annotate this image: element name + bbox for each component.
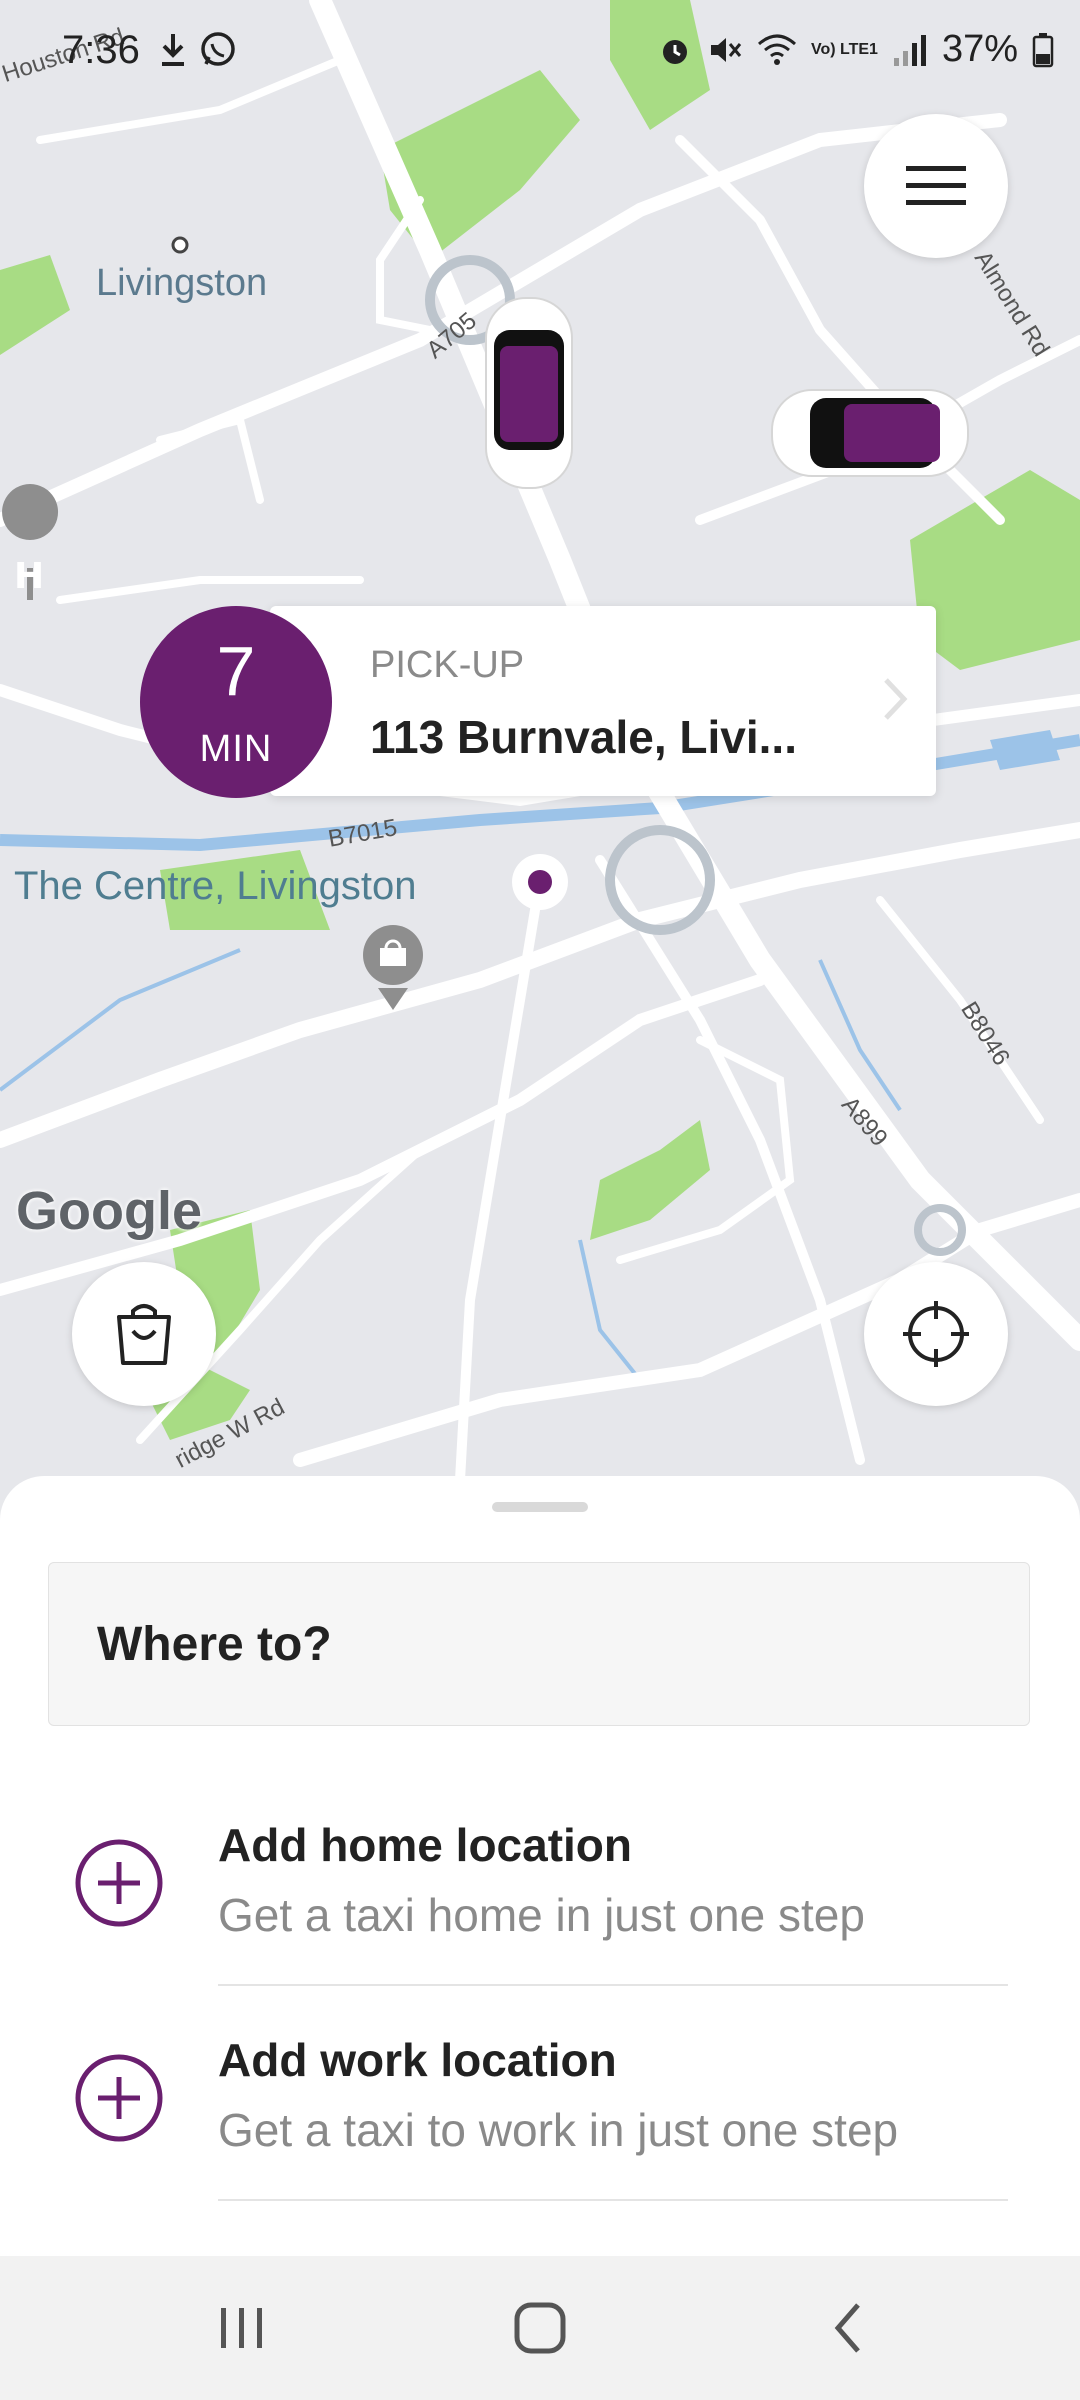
add-work-title: Add work location	[218, 2034, 617, 2086]
download-icon	[162, 34, 184, 66]
map-label-the-centre: The Centre, Livingston	[14, 864, 417, 908]
wifi-icon	[757, 34, 796, 65]
pickup-address: 113 Burnvale, Livi...	[370, 711, 797, 763]
divider	[218, 2199, 1008, 2201]
add-work-location-item[interactable]: Add work location Get a taxi to work in …	[0, 2009, 1080, 2223]
signal-icon	[893, 34, 926, 66]
where-to-placeholder: Where to?	[97, 1618, 332, 1671]
plus-circle-icon	[75, 2054, 163, 2142]
add-home-location-item[interactable]: Add home location Get a taxi home in jus…	[0, 1794, 1080, 2008]
home-button[interactable]	[460, 2256, 620, 2400]
pond	[990, 730, 1060, 770]
status-time: 7:36	[62, 28, 140, 72]
place-dot	[171, 236, 189, 254]
pickup-label: PICK-UP	[370, 644, 525, 686]
stream	[578, 1239, 642, 1382]
hamburger-menu-icon	[906, 166, 966, 205]
alarm-icon	[662, 39, 687, 64]
status-bar: 7:36 Vo) LTE1 37%	[0, 0, 1080, 100]
taxi-car-icon	[771, 389, 969, 477]
user-location-dot	[528, 870, 552, 894]
where-to-search-field[interactable]: Where to?	[48, 1562, 1030, 1726]
add-home-subtitle: Get a taxi home in just one step	[218, 1889, 865, 1941]
whatsapp-icon	[201, 32, 235, 66]
battery-icon	[1032, 32, 1054, 67]
park-area	[590, 1120, 710, 1240]
bottom-sheet: Where to? Add home location Get a taxi h…	[0, 1476, 1080, 2256]
shopping-pin-bag	[380, 948, 406, 966]
sheet-drag-handle[interactable]	[492, 1502, 588, 1512]
locate-me-button[interactable]	[864, 1262, 1008, 1406]
battery-percent: 37%	[941, 28, 1018, 70]
hospital-pin-letter: H	[14, 556, 44, 597]
eta-unit: MIN	[199, 728, 273, 770]
plus-circle-icon	[75, 1839, 163, 1927]
eta-badge: 7 MIN	[140, 606, 332, 798]
recent-apps-icon	[221, 2308, 262, 2348]
back-chevron-icon	[834, 2303, 860, 2353]
park-area	[0, 255, 70, 355]
eta-value: 7	[216, 632, 256, 710]
hospital-pin-icon[interactable]	[2, 484, 59, 540]
add-work-subtitle: Get a taxi to work in just one step	[218, 2104, 899, 2156]
crosshair-icon	[903, 1301, 969, 1367]
recent-apps-button[interactable]	[162, 2256, 322, 2400]
shopping-bag-icon	[117, 1304, 171, 1365]
mute-icon	[710, 37, 742, 62]
system-navigation-bar	[0, 2256, 1080, 2400]
add-home-title: Add home location	[218, 1819, 632, 1871]
menu-button[interactable]	[864, 114, 1008, 258]
network-type: Vo) LTE1	[810, 40, 878, 58]
pickup-card[interactable]: PICK-UP 113 Burnvale, Livi...	[270, 606, 936, 796]
taxi-car-icon	[485, 297, 573, 489]
google-logo: Google	[16, 1181, 202, 1241]
pickup-callout[interactable]: PICK-UP 113 Burnvale, Livi... 7 MIN	[140, 606, 940, 798]
back-button[interactable]	[768, 2256, 928, 2400]
status-icons: Vo) LTE1 37%	[657, 28, 1054, 71]
shop-button[interactable]	[72, 1262, 216, 1406]
divider	[218, 1984, 1008, 1986]
chevron-right-icon	[884, 678, 908, 720]
map-label-livingston: Livingston	[96, 262, 268, 304]
home-icon	[514, 2302, 566, 2354]
